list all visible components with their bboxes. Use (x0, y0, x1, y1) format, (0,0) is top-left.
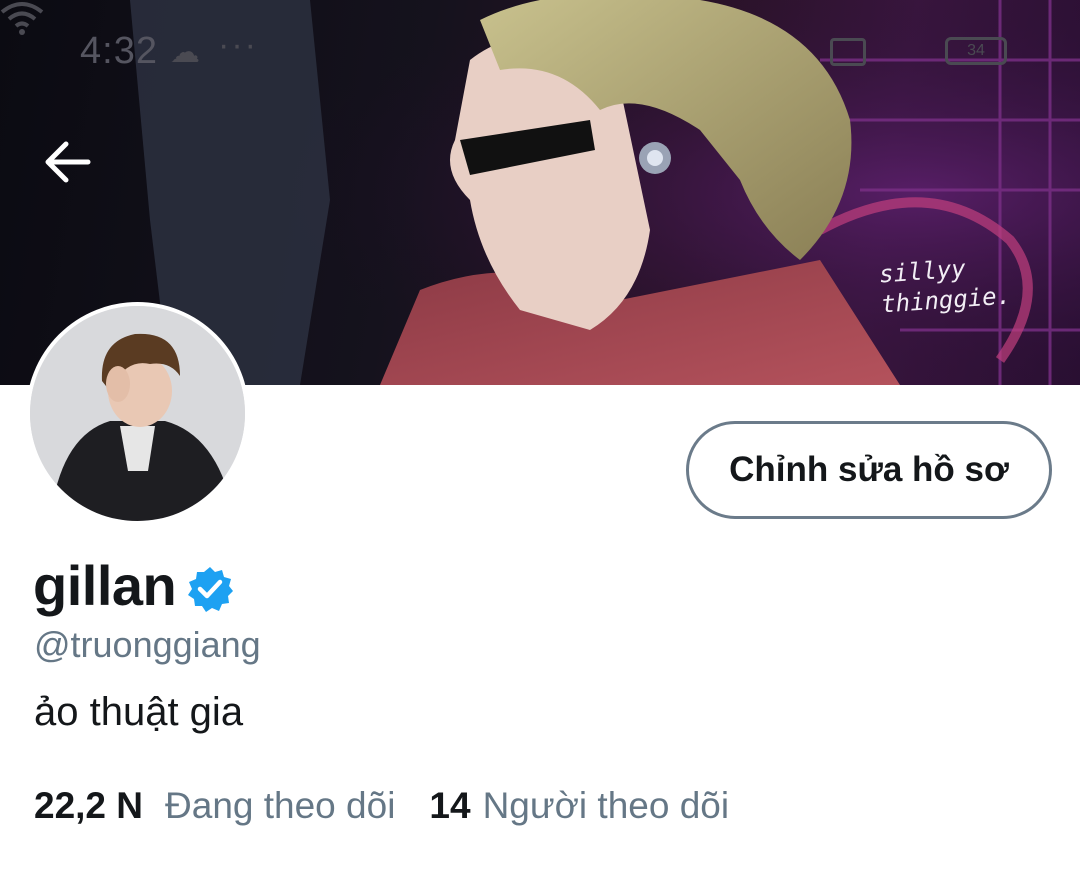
status-bar: 4:32 ☁ ··· 34 (0, 0, 1080, 100)
profile-avatar[interactable] (26, 302, 249, 525)
verified-badge-icon (188, 566, 234, 612)
status-time: 4:32 (80, 30, 158, 72)
battery-icon: 34 (945, 37, 1007, 65)
avatar-photo (30, 306, 245, 521)
following-label: Đang theo dõi (165, 785, 396, 826)
following-count: 22,2 N (34, 785, 144, 826)
profile-name-row: gillan (33, 553, 234, 618)
followers-label: Người theo dõi (482, 785, 730, 826)
sim-card-icon (830, 38, 866, 66)
username-handle: @truonggiang (34, 624, 261, 665)
followers-count: 14 (429, 785, 471, 826)
profile-bio: ảo thuật gia (34, 690, 244, 734)
following-stat[interactable]: 22,2 N Đang theo dõi (34, 785, 395, 827)
display-name: gillan (33, 554, 177, 617)
followers-stat[interactable]: 14 Người theo dõi (429, 785, 729, 827)
banner-watermark: sillyy thinggie. (878, 251, 1012, 320)
back-button[interactable] (44, 140, 110, 206)
wifi-icon (0, 2, 44, 35)
cloud-icon: ☁ (170, 36, 200, 69)
edit-profile-button[interactable]: Chỉnh sửa hồ sơ (686, 421, 1052, 519)
arrow-left-icon (45, 141, 91, 183)
profile-stats: 22,2 N Đang theo dõi 14 Người theo dõi (34, 785, 729, 827)
more-dots-icon: ··· (218, 26, 258, 64)
